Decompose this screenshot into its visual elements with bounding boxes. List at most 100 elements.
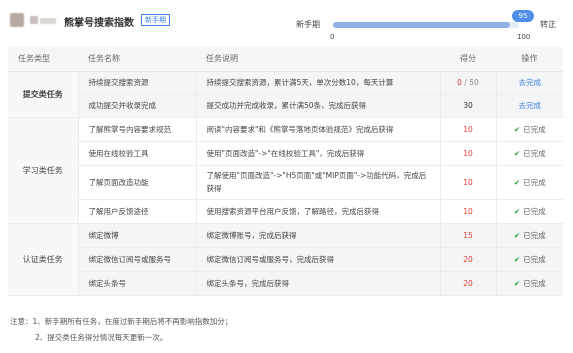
header-action: 操作 — [496, 47, 563, 72]
table-row: 学习类任务 了解熊掌号内容要求规范 阅读"内容要求"和《熊掌号落地页体验规范》完… — [8, 117, 563, 224]
header-task-name: 任务名称 — [78, 47, 196, 72]
table-row: 提交类任务 持续提交搜索资源 持续提交搜索资源，累计满5天，单次分数10，每天计… — [8, 71, 563, 118]
completed-status: ✔ 已完成 — [514, 178, 546, 187]
completed-label: 已完成 — [523, 230, 546, 240]
task-action-cell: ✔ 已完成 — [496, 141, 563, 166]
page-header: 熊掌号搜索指数 新手期 新手期 95 转正 0 100 — [0, 0, 573, 44]
score-value: 20 — [463, 254, 473, 264]
task-desc: 提交成功并完成收录，累计满50条，完成后获得 — [196, 94, 441, 118]
notes: 注意：1、新手期所有任务，在度过新手期后将不再影响指数加分； 2、提交类任务得分… — [10, 314, 232, 346]
completed-status: ✔ 已完成 — [514, 149, 546, 158]
task-name: 绑定微博 — [78, 223, 197, 248]
go-complete-link[interactable]: 去完成 — [519, 101, 542, 110]
score-value: 10 — [463, 148, 473, 158]
task-action-cell: 去完成 — [496, 71, 563, 95]
category-submit: 提交类任务 — [8, 71, 79, 118]
score-value: 10 — [463, 177, 473, 187]
task-score: 30 — [440, 94, 497, 118]
task-action-cell: ✔ 已完成 — [496, 199, 563, 224]
progress-fill — [333, 22, 510, 28]
completed-status: ✔ 已完成 — [514, 207, 546, 216]
check-icon: ✔ — [513, 177, 521, 187]
account-name-blurred-2 — [40, 18, 56, 24]
check-icon: ✔ — [513, 278, 521, 288]
header-task-type: 任务类型 — [8, 47, 78, 72]
task-desc: 绑定微博账号，完成后获得 — [196, 223, 441, 248]
task-action-cell: ✔ 已完成 — [496, 117, 563, 142]
task-score: 10 — [440, 199, 497, 224]
task-name: 成功提交并收录完成 — [78, 94, 197, 118]
task-action-cell: ✔ 已完成 — [496, 271, 563, 296]
task-desc: 绑定微信订阅号或服务号，完成后获得 — [196, 247, 441, 272]
score-total: / 50 — [464, 78, 479, 87]
table-row: 绑定微信订阅号或服务号 绑定微信订阅号或服务号，完成后获得 20 ✔ 已完成 — [8, 247, 563, 272]
score-value: 10 — [463, 206, 473, 216]
completed-label: 已完成 — [523, 254, 546, 264]
page-title: 熊掌号搜索指数 — [64, 18, 134, 29]
task-desc: 使用搜索资源平台用户反馈，了解路径，完成后获得 — [196, 199, 441, 224]
completed-status: ✔ 已完成 — [514, 255, 546, 264]
table-row: 了解页面改造功能 了解使用"页面改造"->"H5页面"或"MIP页面"->功能代… — [8, 165, 563, 200]
progress-end-label: 转正 — [540, 20, 556, 29]
completed-status: ✔ 已完成 — [514, 231, 546, 240]
task-action-cell: 去完成 — [496, 94, 563, 118]
task-action-cell: ✔ 已完成 — [496, 247, 563, 272]
header-task-desc: 任务说明 — [196, 47, 440, 72]
task-desc: 阅读"内容要求"和《熊掌号落地页体验规范》完成后获得 — [196, 117, 441, 142]
note-line-1: 注意：1、新手期所有任务，在度过新手期后将不再影响指数加分； — [10, 317, 233, 326]
progress-bar — [333, 22, 519, 28]
progress-start-label: 新手期 — [296, 20, 320, 29]
table-row: 使用在线校验工具 使用"页面改造"->"在线校验工具"，完成后获得 10 ✔ 已完… — [8, 141, 563, 166]
check-icon: ✔ — [513, 254, 521, 264]
completed-label: 已完成 — [523, 206, 546, 216]
avatar — [10, 13, 24, 27]
note-line-2: 2、提交类任务得分情况每天更新一次。 — [35, 333, 168, 342]
task-action-cell: ✔ 已完成 — [496, 165, 563, 200]
table-row: 认证类任务 绑定微博 绑定微博账号，完成后获得 15 ✔ 已完成 — [8, 223, 563, 296]
task-name: 了解页面改造功能 — [78, 165, 197, 200]
task-desc: 绑定头条号，完成后获得 — [196, 271, 441, 296]
task-name: 了解熊掌号内容要求规范 — [78, 117, 197, 142]
completed-label: 已完成 — [523, 148, 546, 158]
completed-status: ✔ 已完成 — [514, 279, 546, 288]
completed-status: ✔ 已完成 — [514, 125, 546, 134]
task-score: 10 — [440, 117, 497, 142]
completed-label: 已完成 — [523, 124, 546, 134]
task-name: 持续提交搜索资源 — [78, 71, 197, 95]
task-name: 绑定头条号 — [78, 271, 197, 296]
score-value: 10 — [463, 124, 473, 134]
task-desc: 了解使用"页面改造"->"H5页面"或"MIP页面"->功能代码，完成后获得 — [196, 165, 441, 200]
task-name: 使用在线校验工具 — [78, 141, 197, 166]
table-row: 了解用户反馈途径 使用搜索资源平台用户反馈，了解路径，完成后获得 10 ✔ 已完成 — [8, 199, 563, 224]
stage-badge: 新手期 — [141, 14, 170, 26]
completed-label: 已完成 — [523, 177, 546, 187]
table-header-row: 任务类型 任务名称 任务说明 得分 操作 — [8, 47, 563, 72]
check-icon: ✔ — [513, 148, 521, 158]
table-row: 成功提交并收录完成 提交成功并完成收录，累计满50条，完成后获得 30 去完成 — [8, 94, 563, 118]
progress-max-label: 100 — [517, 33, 531, 41]
header-score: 得分 — [440, 47, 496, 72]
task-name: 了解用户反馈途径 — [78, 199, 197, 224]
category-learn: 学习类任务 — [8, 117, 79, 224]
account-name-blurred — [30, 16, 38, 24]
task-score: 10 — [440, 141, 497, 166]
check-icon: ✔ — [513, 124, 521, 134]
task-table: 任务类型 任务名称 任务说明 得分 操作 提交类任务 持续提交搜索资源 持续提交… — [8, 47, 563, 296]
score-value: 20 — [463, 278, 473, 288]
completed-label: 已完成 — [523, 278, 546, 288]
go-complete-link[interactable]: 去完成 — [519, 78, 542, 87]
task-desc: 使用"页面改造"->"在线校验工具"，完成后获得 — [196, 141, 441, 166]
task-score: 20 — [440, 247, 497, 272]
score-value: 0 — [457, 78, 462, 87]
score-value: 30 — [463, 101, 473, 110]
task-action-cell: ✔ 已完成 — [496, 223, 563, 248]
task-name: 绑定微信订阅号或服务号 — [78, 247, 197, 272]
progress-min-label: 0 — [330, 33, 335, 41]
task-score: 15 — [440, 223, 497, 248]
task-score: 0 / 50 — [440, 71, 497, 95]
check-icon: ✔ — [513, 206, 521, 216]
task-score: 20 — [440, 271, 497, 296]
category-verify: 认证类任务 — [8, 223, 79, 296]
table-row: 绑定头条号 绑定头条号，完成后获得 20 ✔ 已完成 — [8, 271, 563, 296]
check-icon: ✔ — [513, 230, 521, 240]
